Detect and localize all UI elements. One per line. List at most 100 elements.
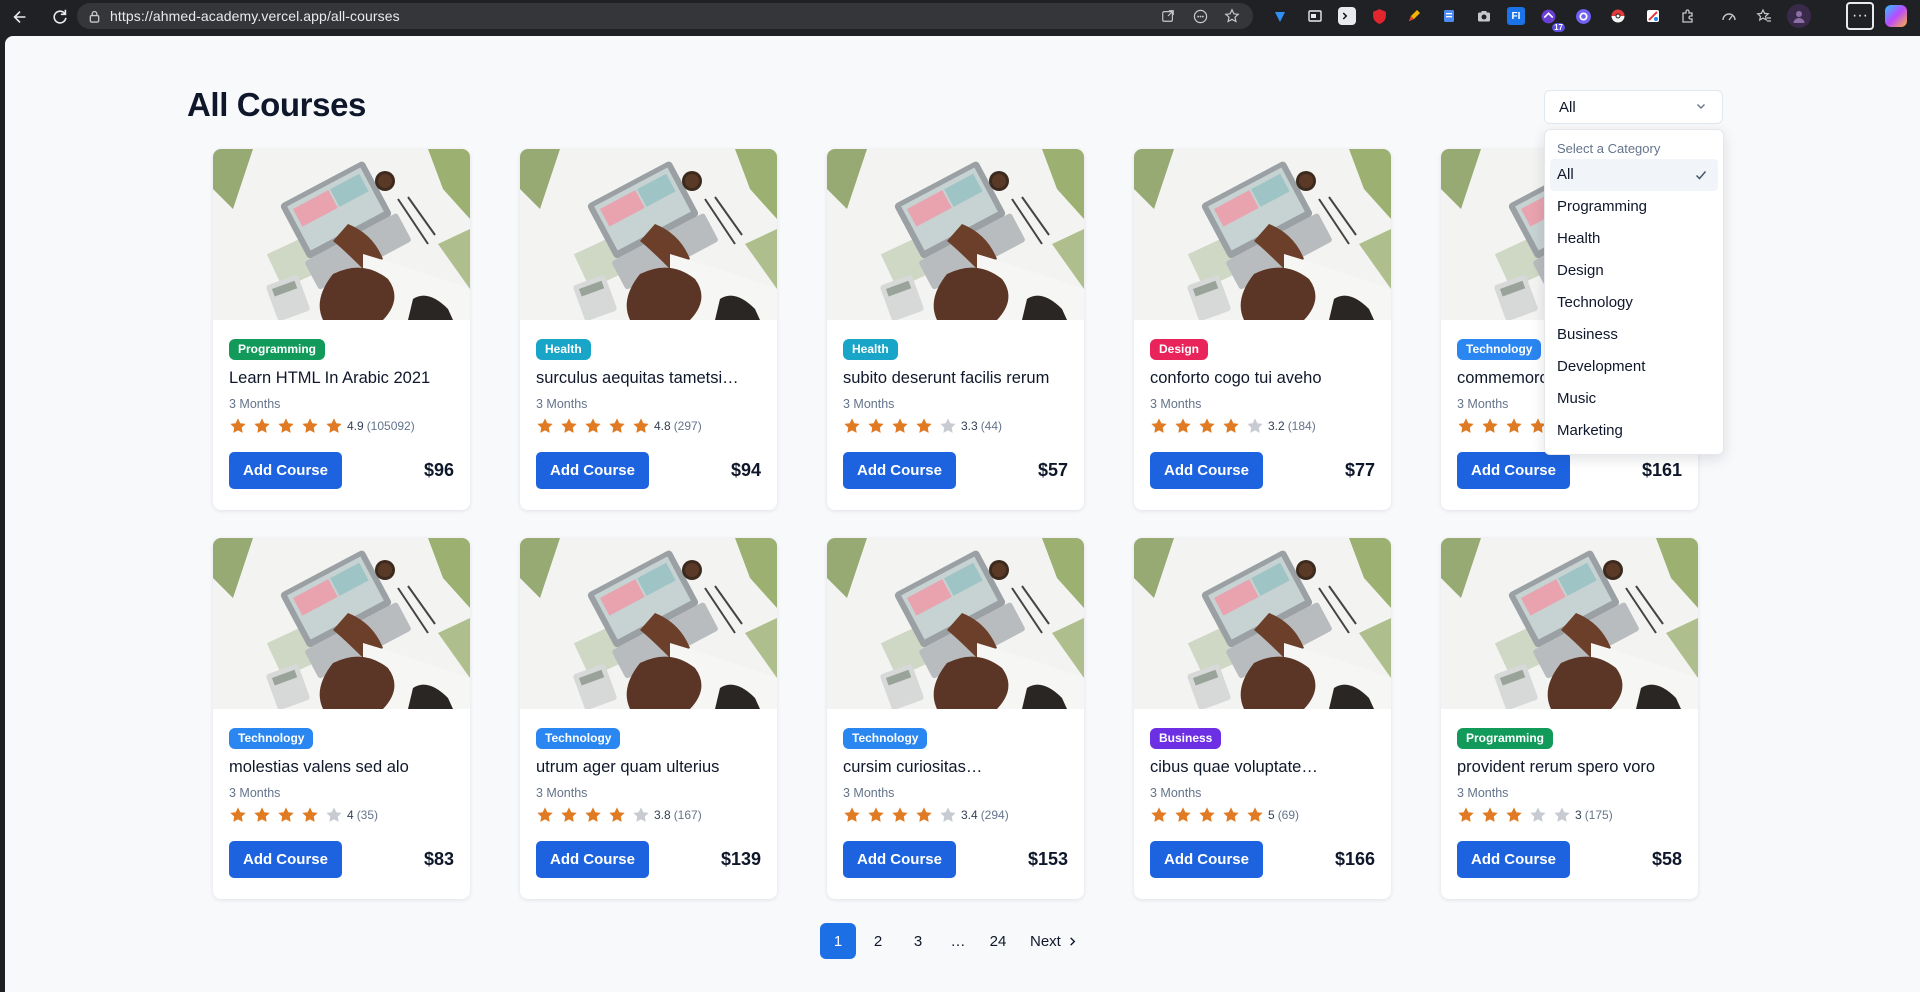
- course-thumbnail[interactable]: [213, 538, 470, 709]
- course-card[interactable]: Technology cursim curiositas… 3 Months 3.4(…: [827, 538, 1084, 899]
- extension-pen-icon[interactable]: [1402, 4, 1426, 28]
- course-title[interactable]: molestias valens sed alo: [229, 758, 454, 777]
- back-icon[interactable]: [6, 3, 34, 31]
- star-icon: [940, 807, 956, 822]
- extension-gear-icon[interactable]: [1571, 4, 1595, 28]
- course-duration: 3 Months: [1457, 786, 1509, 800]
- add-course-button[interactable]: Add Course: [843, 452, 956, 489]
- site-info-icon[interactable]: [87, 9, 101, 23]
- category-option-development[interactable]: Development: [1550, 351, 1718, 383]
- course-title[interactable]: Learn HTML In Arabic 2021: [229, 369, 454, 388]
- page-24-button[interactable]: 24: [980, 923, 1016, 959]
- page-2-button[interactable]: 2: [860, 923, 896, 959]
- course-rating: 3.8 (167): [536, 806, 761, 824]
- category-option-marketing[interactable]: Marketing: [1550, 415, 1718, 447]
- course-title[interactable]: cursim curiositas…: [843, 758, 1068, 777]
- star-icon: [633, 807, 649, 822]
- course-rating: 4.8 (297): [536, 417, 761, 435]
- check-icon: [1695, 171, 1707, 180]
- add-course-button[interactable]: Add Course: [843, 841, 956, 878]
- course-title[interactable]: provident rerum spero voro: [1457, 758, 1682, 777]
- category-option-technology[interactable]: Technology: [1550, 287, 1718, 319]
- extension-camera-icon[interactable]: [1472, 4, 1496, 28]
- rating-score: 3: [1575, 808, 1582, 822]
- extension-shield-icon[interactable]: [1367, 4, 1391, 28]
- course-title[interactable]: subito deserunt facilis rerum: [843, 369, 1068, 388]
- extension-pokeball-icon[interactable]: [1606, 4, 1630, 28]
- category-dropdown-menu: Select a Category All Programming Health De…: [1544, 129, 1724, 455]
- category-option-all[interactable]: All: [1550, 159, 1718, 191]
- course-rating: 3.4 (294): [843, 806, 1068, 824]
- add-course-button[interactable]: Add Course: [1457, 452, 1570, 489]
- category-badge: Design: [1150, 339, 1209, 360]
- star-icon: [844, 418, 860, 433]
- extension-docs-icon[interactable]: [1437, 4, 1461, 28]
- star-icon: [585, 418, 601, 433]
- course-title[interactable]: utrum ager quam ulterius: [536, 758, 761, 777]
- course-thumbnail[interactable]: [520, 538, 777, 709]
- extension-gem-icon[interactable]: [1268, 4, 1292, 28]
- extension-fi-icon[interactable]: FI: [1507, 7, 1525, 25]
- course-thumbnail[interactable]: [827, 538, 1084, 709]
- copilot-icon[interactable]: [1885, 5, 1907, 27]
- add-course-button[interactable]: Add Course: [1150, 841, 1263, 878]
- course-title[interactable]: cibus quae voluptate…: [1150, 758, 1375, 777]
- course-card[interactable]: Health surculus aequitas tametsi… 3 Months…: [520, 149, 777, 510]
- category-option-design[interactable]: Design: [1550, 255, 1718, 287]
- course-card[interactable]: Technology utrum ager quam ulterius 3 Mont…: [520, 538, 777, 899]
- category-option-programming[interactable]: Programming: [1550, 191, 1718, 223]
- star-icon: [561, 807, 577, 822]
- reload-icon[interactable]: [46, 3, 74, 31]
- open-in-app-icon[interactable]: [1159, 7, 1177, 25]
- add-course-button[interactable]: Add Course: [536, 452, 649, 489]
- course-card[interactable]: Design conforto cogo tui aveho 3 Months 3.2…: [1134, 149, 1391, 510]
- rating-count: (44): [980, 419, 1003, 433]
- category-badge: Technology: [843, 728, 928, 749]
- course-price: $83: [423, 849, 454, 869]
- add-course-button[interactable]: Add Course: [1457, 841, 1570, 878]
- page-3-button[interactable]: 3: [900, 923, 936, 959]
- course-card[interactable]: Business cibus quae voluptate… 3 Months 5 (6…: [1134, 538, 1391, 899]
- category-option-label: Technology: [1557, 294, 1633, 311]
- course-thumbnail[interactable]: [520, 149, 777, 320]
- page-1-button[interactable]: 1: [820, 923, 856, 959]
- read-aloud-icon[interactable]: [1191, 7, 1209, 25]
- course-card[interactable]: Health subito deserunt facilis rerum 3 Mon…: [827, 149, 1084, 510]
- add-course-button[interactable]: Add Course: [229, 452, 342, 489]
- course-title[interactable]: conforto cogo tui aveho: [1150, 369, 1375, 388]
- extension-color-icon[interactable]: [1641, 4, 1665, 28]
- favorites-icon[interactable]: [1752, 4, 1776, 28]
- category-option-business[interactable]: Business: [1550, 319, 1718, 351]
- course-thumbnail[interactable]: [1441, 538, 1698, 709]
- course-thumbnail[interactable]: [1134, 149, 1391, 320]
- page-title: All Courses: [187, 86, 366, 123]
- add-course-button[interactable]: Add Course: [536, 841, 649, 878]
- extension-terminal-icon[interactable]: [1338, 7, 1356, 25]
- address-bar[interactable]: https://ahmed-academy.vercel.app/all-cou…: [77, 3, 1253, 29]
- favorite-star-icon[interactable]: [1223, 7, 1241, 25]
- star-icon: [1506, 807, 1522, 822]
- extensions-puzzle-icon[interactable]: [1676, 4, 1700, 28]
- category-select[interactable]: All: [1544, 90, 1723, 124]
- more-menu-icon[interactable]: ···: [1846, 2, 1874, 30]
- course-thumbnail[interactable]: [1134, 538, 1391, 709]
- course-title[interactable]: surculus aequitas tametsi…: [536, 369, 761, 388]
- category-option-music[interactable]: Music: [1550, 383, 1718, 415]
- category-option-health[interactable]: Health: [1550, 223, 1718, 255]
- course-price: $139: [720, 849, 761, 869]
- course-thumbnail[interactable]: [213, 149, 470, 320]
- course-card[interactable]: Technology molestias valens sed alo 3 Mont…: [213, 538, 470, 899]
- course-card[interactable]: Programming Learn HTML In Arabic 2021 3 Mo…: [213, 149, 470, 510]
- star-icon: [609, 418, 625, 433]
- add-course-button[interactable]: Add Course: [1150, 452, 1263, 489]
- performance-icon[interactable]: [1717, 4, 1741, 28]
- course-card[interactable]: Programming provident rerum spero voro 3 M…: [1441, 538, 1698, 899]
- extension-window-icon[interactable]: [1303, 4, 1327, 28]
- category-option-label: Health: [1557, 230, 1601, 247]
- star-icon: [230, 418, 246, 433]
- course-thumbnail[interactable]: [827, 149, 1084, 320]
- next-page-button[interactable]: Next: [1026, 923, 1082, 959]
- extension-hat-icon[interactable]: 17: [1536, 4, 1565, 32]
- add-course-button[interactable]: Add Course: [229, 841, 342, 878]
- profile-avatar[interactable]: [1787, 4, 1811, 28]
